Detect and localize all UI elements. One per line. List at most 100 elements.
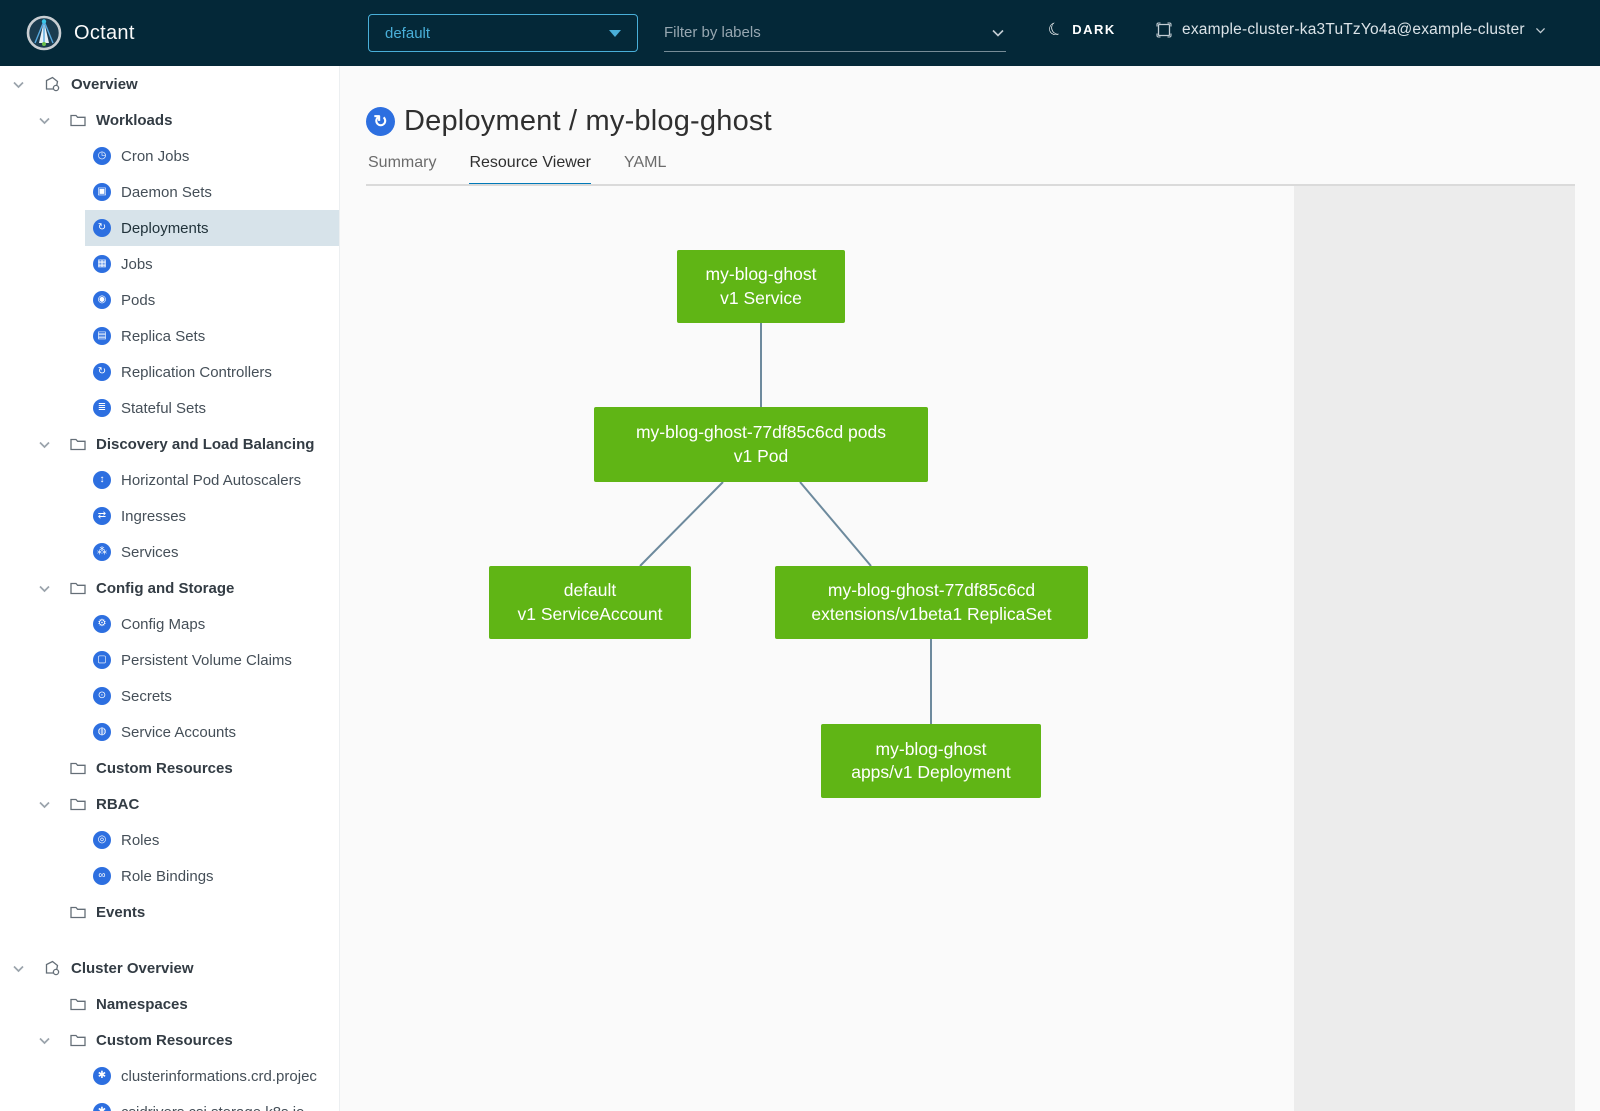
- sidebar-nav: Overview Workloads ◷ Cron Jobs ▣ Daemon …: [0, 66, 340, 1111]
- chevron-down-icon[interactable]: [36, 796, 53, 813]
- resource-icon: ✱: [93, 1067, 111, 1085]
- label-filter-input[interactable]: [664, 24, 990, 41]
- graph-node-pod[interactable]: my-blog-ghost-77df85c6cd podsv1 Pod: [594, 407, 928, 482]
- sidebar-item-cluster-custom-resources[interactable]: Custom Resources: [0, 1022, 339, 1058]
- resource-icon: ⁂: [93, 543, 111, 561]
- graph-edges: [340, 186, 1294, 1111]
- sidebar-item-jobs[interactable]: ▦ Jobs: [0, 246, 339, 282]
- sidebar-item-overview[interactable]: Overview: [0, 66, 339, 102]
- graph-node-label: apps/v1 Deployment: [851, 761, 1011, 784]
- resource-icon: ↻: [93, 219, 111, 237]
- sidebar-item-cluster-overview[interactable]: Cluster Overview: [0, 950, 339, 986]
- sidebar-item-service-accounts[interactable]: ◍ Service Accounts: [0, 714, 339, 750]
- resource-icon: ◉: [93, 291, 111, 309]
- sidebar-item-label: Roles: [121, 832, 159, 849]
- sidebar-item-rbac[interactable]: RBAC: [0, 786, 339, 822]
- graph-node-service[interactable]: my-blog-ghostv1 Service: [677, 250, 845, 323]
- resource-icon: ▢: [93, 651, 111, 669]
- tab-summary[interactable]: Summary: [368, 154, 436, 184]
- tab-yaml[interactable]: YAML: [624, 154, 666, 184]
- resource-icon: ↻: [93, 363, 111, 381]
- chevron-down-icon[interactable]: [36, 1032, 53, 1049]
- graph-detail-panel: [1294, 186, 1575, 1111]
- sidebar-item-config-and-storage[interactable]: Config and Storage: [0, 570, 339, 606]
- folder-icon: [69, 111, 87, 129]
- sidebar-item-horizontal-pod-autoscalers[interactable]: ↕ Horizontal Pod Autoscalers: [0, 462, 339, 498]
- dark-theme-label: DARK: [1072, 22, 1116, 37]
- sidebar-item-label: Service Accounts: [121, 724, 236, 741]
- sidebar-item-replica-sets[interactable]: ▤ Replica Sets: [0, 318, 339, 354]
- resource-icon: ◎: [93, 831, 111, 849]
- octant-logo-icon: [26, 15, 62, 51]
- resource-icon: ◍: [93, 723, 111, 741]
- resource-graph: my-blog-ghostv1 Service my-blog-ghost-77d…: [340, 186, 1294, 1111]
- resource-icon: ◷: [93, 147, 111, 165]
- resource-icon: ▤: [93, 327, 111, 345]
- graph-node-label: my-blog-ghost-77df85c6cd pods: [636, 421, 886, 444]
- tab-label: Summary: [368, 154, 436, 171]
- sidebar-item-pods[interactable]: ◉ Pods: [0, 282, 339, 318]
- sidebar-item-label: csidrivers.csi.storage.k8s.io: [121, 1104, 304, 1111]
- tab-resource-viewer[interactable]: Resource Viewer: [469, 154, 591, 184]
- sidebar-item-persistent-volume-claims[interactable]: ▢ Persistent Volume Claims: [0, 642, 339, 678]
- namespace-select[interactable]: default: [368, 14, 638, 52]
- sidebar-item-label: Config Maps: [121, 616, 205, 633]
- sidebar-item-label: Persistent Volume Claims: [121, 652, 292, 669]
- sidebar-item-label: Stateful Sets: [121, 400, 206, 417]
- tab-label: Resource Viewer: [469, 154, 591, 171]
- main-content: ↻ Deployment / my-blog-ghost SummaryReso…: [340, 66, 1600, 1111]
- folder-icon: [69, 995, 87, 1013]
- sidebar-item-secrets[interactable]: ⊙ Secrets: [0, 678, 339, 714]
- graph-node-deployment[interactable]: my-blog-ghostapps/v1 Deployment: [821, 724, 1041, 798]
- graph-node-service-account[interactable]: defaultv1 ServiceAccount: [489, 566, 691, 639]
- folder-icon: [69, 435, 87, 453]
- moon-icon: ☾: [1045, 19, 1066, 40]
- resource-icon: ⊙: [93, 687, 111, 705]
- chevron-down-icon[interactable]: [990, 25, 1006, 41]
- sidebar-item-daemon-sets[interactable]: ▣ Daemon Sets: [0, 174, 339, 210]
- chevron-down-icon[interactable]: [36, 436, 53, 453]
- graph-node-replica-set[interactable]: my-blog-ghost-77df85c6cdextensions/v1bet…: [775, 566, 1088, 639]
- sidebar-item-services[interactable]: ⁂ Services: [0, 534, 339, 570]
- sidebar-item-discovery-and-load-balancing[interactable]: Discovery and Load Balancing: [0, 426, 339, 462]
- sidebar-item-csidrivers[interactable]: ✱ csidrivers.csi.storage.k8s.io: [0, 1094, 339, 1111]
- sidebar-item-label: Overview: [71, 76, 138, 93]
- sidebar-item-replication-controllers[interactable]: ↻ Replication Controllers: [0, 354, 339, 390]
- sidebar-item-deployments[interactable]: ↻ Deployments: [0, 210, 339, 246]
- folder-icon: [69, 759, 87, 777]
- chevron-down-icon[interactable]: [36, 112, 53, 129]
- resource-icon: ⚙: [93, 615, 111, 633]
- dark-theme-toggle[interactable]: ☾ DARK: [1048, 21, 1116, 38]
- sidebar-item-roles[interactable]: ◎ Roles: [0, 822, 339, 858]
- chevron-down-icon[interactable]: [36, 580, 53, 597]
- app-title: Octant: [74, 22, 135, 45]
- chevron-down-icon[interactable]: [10, 76, 27, 93]
- app-header: Octant default ☾ DARK example-cluster-ka…: [0, 0, 1600, 66]
- graph-node-label: my-blog-ghost: [706, 263, 817, 286]
- graph-node-label: my-blog-ghost-77df85c6cd: [828, 579, 1035, 602]
- sidebar-item-label: Ingresses: [121, 508, 186, 525]
- sidebar-item-role-bindings[interactable]: ∞ Role Bindings: [0, 858, 339, 894]
- sidebar-item-stateful-sets[interactable]: ≣ Stateful Sets: [0, 390, 339, 426]
- resource-icon: ▦: [93, 255, 111, 273]
- graph-node-label: v1 ServiceAccount: [518, 603, 663, 626]
- graph-node-label: my-blog-ghost: [876, 738, 987, 761]
- caret-down-icon: [609, 30, 621, 37]
- resource-icon: ▣: [93, 183, 111, 201]
- sidebar-item-namespaces[interactable]: Namespaces: [0, 986, 339, 1022]
- label-filter: [664, 14, 1006, 52]
- sidebar-item-events[interactable]: Events: [0, 894, 339, 930]
- chevron-down-icon[interactable]: [10, 960, 27, 977]
- sidebar-item-ingresses[interactable]: ⇄ Ingresses: [0, 498, 339, 534]
- sidebar-item-clusterinformations[interactable]: ✱ clusterinformations.crd.projec: [0, 1058, 339, 1094]
- cluster-icon: [1155, 21, 1173, 39]
- sidebar-item-label: Replica Sets: [121, 328, 205, 345]
- sidebar-item-label: Cron Jobs: [121, 148, 189, 165]
- sidebar-item-workloads[interactable]: Workloads: [0, 102, 339, 138]
- sidebar-item-label: Workloads: [96, 112, 172, 129]
- sidebar-item-cron-jobs[interactable]: ◷ Cron Jobs: [0, 138, 339, 174]
- sidebar-item-custom-resources[interactable]: Custom Resources: [0, 750, 339, 786]
- sidebar-item-label: Secrets: [121, 688, 172, 705]
- sidebar-item-config-maps[interactable]: ⚙ Config Maps: [0, 606, 339, 642]
- cluster-select[interactable]: example-cluster-ka3TuTzYo4a@example-clus…: [1155, 21, 1547, 39]
